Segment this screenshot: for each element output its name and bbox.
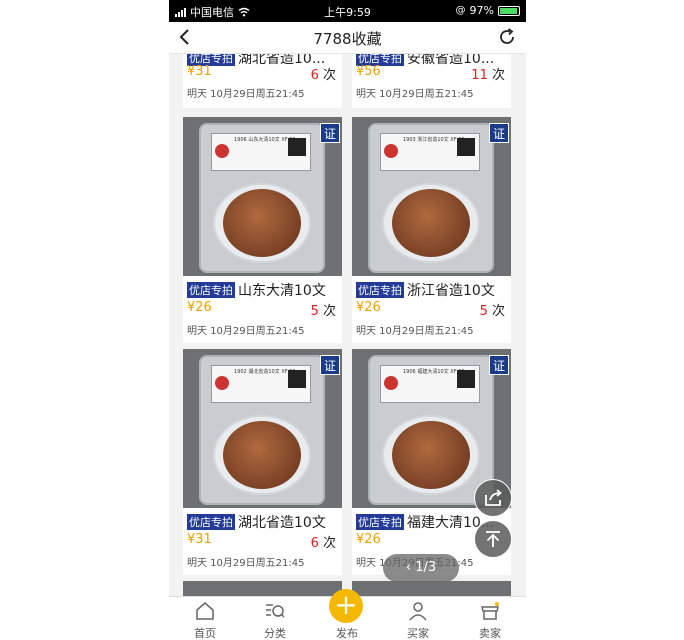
user-icon — [409, 602, 427, 621]
item-price: ¥31 — [187, 64, 212, 79]
tab-label: 买家 — [407, 627, 429, 640]
orientation-lock-icon: @ — [455, 5, 466, 16]
slab-label-text: 1902 湖北省造10文 XF 02 — [234, 369, 296, 375]
page-indicator[interactable]: ‹ 1/3 — [383, 554, 459, 582]
coin — [392, 189, 470, 257]
shop-tag: 优店专拍 — [356, 282, 404, 298]
category-search-icon — [266, 604, 285, 618]
grader-logo — [384, 144, 398, 158]
coin-photo[interactable]: 1906 山东大清10文 XF 02 证 — [183, 117, 342, 276]
tab-label: 发布 — [336, 627, 358, 640]
coin — [223, 189, 301, 257]
store-icon — [481, 602, 499, 620]
page-title: 7788收藏 — [313, 30, 382, 48]
end-time: 明天 10月29日周五21:45 — [187, 558, 305, 569]
list-item[interactable]: 1902 湖北省造10文 XF 02 证 优店专拍 湖北省造10文 ¥31 6 次… — [183, 349, 342, 575]
tab-label: 分类 — [264, 627, 286, 640]
end-time: 明天 10月29日周五21:45 — [356, 326, 474, 337]
shop-tag: 优店专拍 — [187, 282, 235, 298]
end-time: 明天 10月29日周五21:45 — [356, 89, 474, 100]
battery-icon — [498, 5, 520, 16]
coin-photo[interactable]: 1902 湖北省造10文 XF 02 证 — [183, 349, 342, 508]
list-item[interactable]: 优店专拍 安徽省造10... ¥56 11 次 明天 10月29日周五21:45 — [352, 54, 511, 108]
grading-slab: 1903 浙江省造10文 XF 02 — [368, 123, 494, 273]
tab-bar: 首页 分类 + 发布 买家 卖家 — [169, 589, 526, 640]
phone-screen: 中国电信 上午9:59 @ 97% 7788收藏 优店专拍 湖北省造10... ¥… — [169, 0, 526, 640]
back-to-top-button[interactable] — [474, 520, 512, 558]
grading-slab: 1902 湖北省造10文 XF 02 — [199, 355, 325, 505]
tab-label: 卖家 — [479, 627, 501, 640]
item-price: ¥26 — [356, 300, 381, 315]
end-time: 明天 10月29日周五21:45 — [187, 89, 305, 100]
tab-category[interactable]: 分类 — [245, 601, 305, 640]
list-item[interactable]: 1906 山东大清10文 XF 02 证 优店专拍 山东大清10文 ¥26 5 次… — [183, 117, 342, 343]
qr-code-icon — [457, 138, 475, 156]
page-number: 1/3 — [415, 560, 437, 575]
coin-photo[interactable] — [352, 581, 511, 596]
qr-code-icon — [288, 138, 306, 156]
slab-label-text: 1903 浙江省造10文 XF 02 — [403, 137, 465, 143]
item-title: 湖北省造10文 — [238, 515, 326, 531]
item-price: ¥26 — [187, 300, 212, 315]
bid-count: 11 — [471, 68, 488, 83]
coin — [223, 421, 301, 489]
certificate-badge: 证 — [489, 123, 509, 143]
item-price: ¥56 — [356, 64, 381, 79]
end-time: 明天 10月29日周五21:45 — [187, 326, 305, 337]
battery-percent: 97% — [469, 4, 494, 17]
slab-label-text: 1906 福建大清10文 XF 02 — [403, 369, 465, 375]
tab-label: 首页 — [194, 627, 216, 640]
bid-count: 5 — [310, 304, 319, 319]
shop-tag: 优店专拍 — [187, 514, 235, 530]
grading-slab: 1906 山东大清10文 XF 02 — [199, 123, 325, 273]
certificate-badge: 证 — [489, 355, 509, 375]
list-item[interactable]: 1903 浙江省造10文 XF 02 证 优店专拍 浙江省造10文 ¥26 5 次… — [352, 117, 511, 343]
refresh-icon[interactable] — [496, 26, 518, 48]
bid-count: 6 — [310, 68, 319, 83]
chevron-left-icon: ‹ — [405, 560, 412, 575]
home-icon — [196, 602, 214, 620]
grader-logo — [384, 376, 398, 390]
qr-code-icon — [288, 370, 306, 388]
slab-label-text: 1906 山东大清10文 XF 02 — [234, 137, 296, 143]
list-item[interactable]: 优店专拍 湖北省造10... ¥31 6 次 明天 10月29日周五21:45 — [183, 54, 342, 108]
item-title: 浙江省造10文 — [407, 283, 495, 299]
tab-home[interactable]: 首页 — [175, 601, 235, 640]
status-bar: 中国电信 上午9:59 @ 97% — [169, 0, 526, 22]
coin-photo[interactable]: 1903 浙江省造10文 XF 02 证 — [352, 117, 511, 276]
bid-count: 5 — [479, 304, 488, 319]
item-price: ¥26 — [356, 532, 381, 547]
coin — [392, 421, 470, 489]
share-icon — [485, 489, 502, 506]
item-title: 山东大清10文 — [238, 283, 326, 299]
list-item[interactable] — [183, 581, 342, 596]
list-item[interactable] — [352, 581, 511, 596]
tab-publish[interactable]: + 发布 — [317, 589, 377, 640]
tab-buyer[interactable]: 买家 — [388, 601, 448, 640]
qr-code-icon — [457, 370, 475, 388]
certificate-badge: 证 — [320, 123, 340, 143]
shop-tag: 优店专拍 — [356, 514, 404, 530]
arrow-up-icon — [486, 531, 500, 547]
grader-logo — [215, 144, 229, 158]
coin-photo[interactable] — [183, 581, 342, 596]
auction-grid[interactable]: 优店专拍 湖北省造10... ¥31 6 次 明天 10月29日周五21:45 优… — [169, 54, 526, 596]
tab-seller[interactable]: 卖家 — [460, 601, 520, 640]
item-price: ¥31 — [187, 532, 212, 547]
share-button[interactable] — [474, 479, 512, 517]
plus-icon: + — [329, 589, 363, 623]
certificate-badge: 证 — [320, 355, 340, 375]
bid-count: 6 — [310, 536, 319, 551]
nav-bar: 7788收藏 — [169, 22, 526, 54]
grader-logo — [215, 376, 229, 390]
